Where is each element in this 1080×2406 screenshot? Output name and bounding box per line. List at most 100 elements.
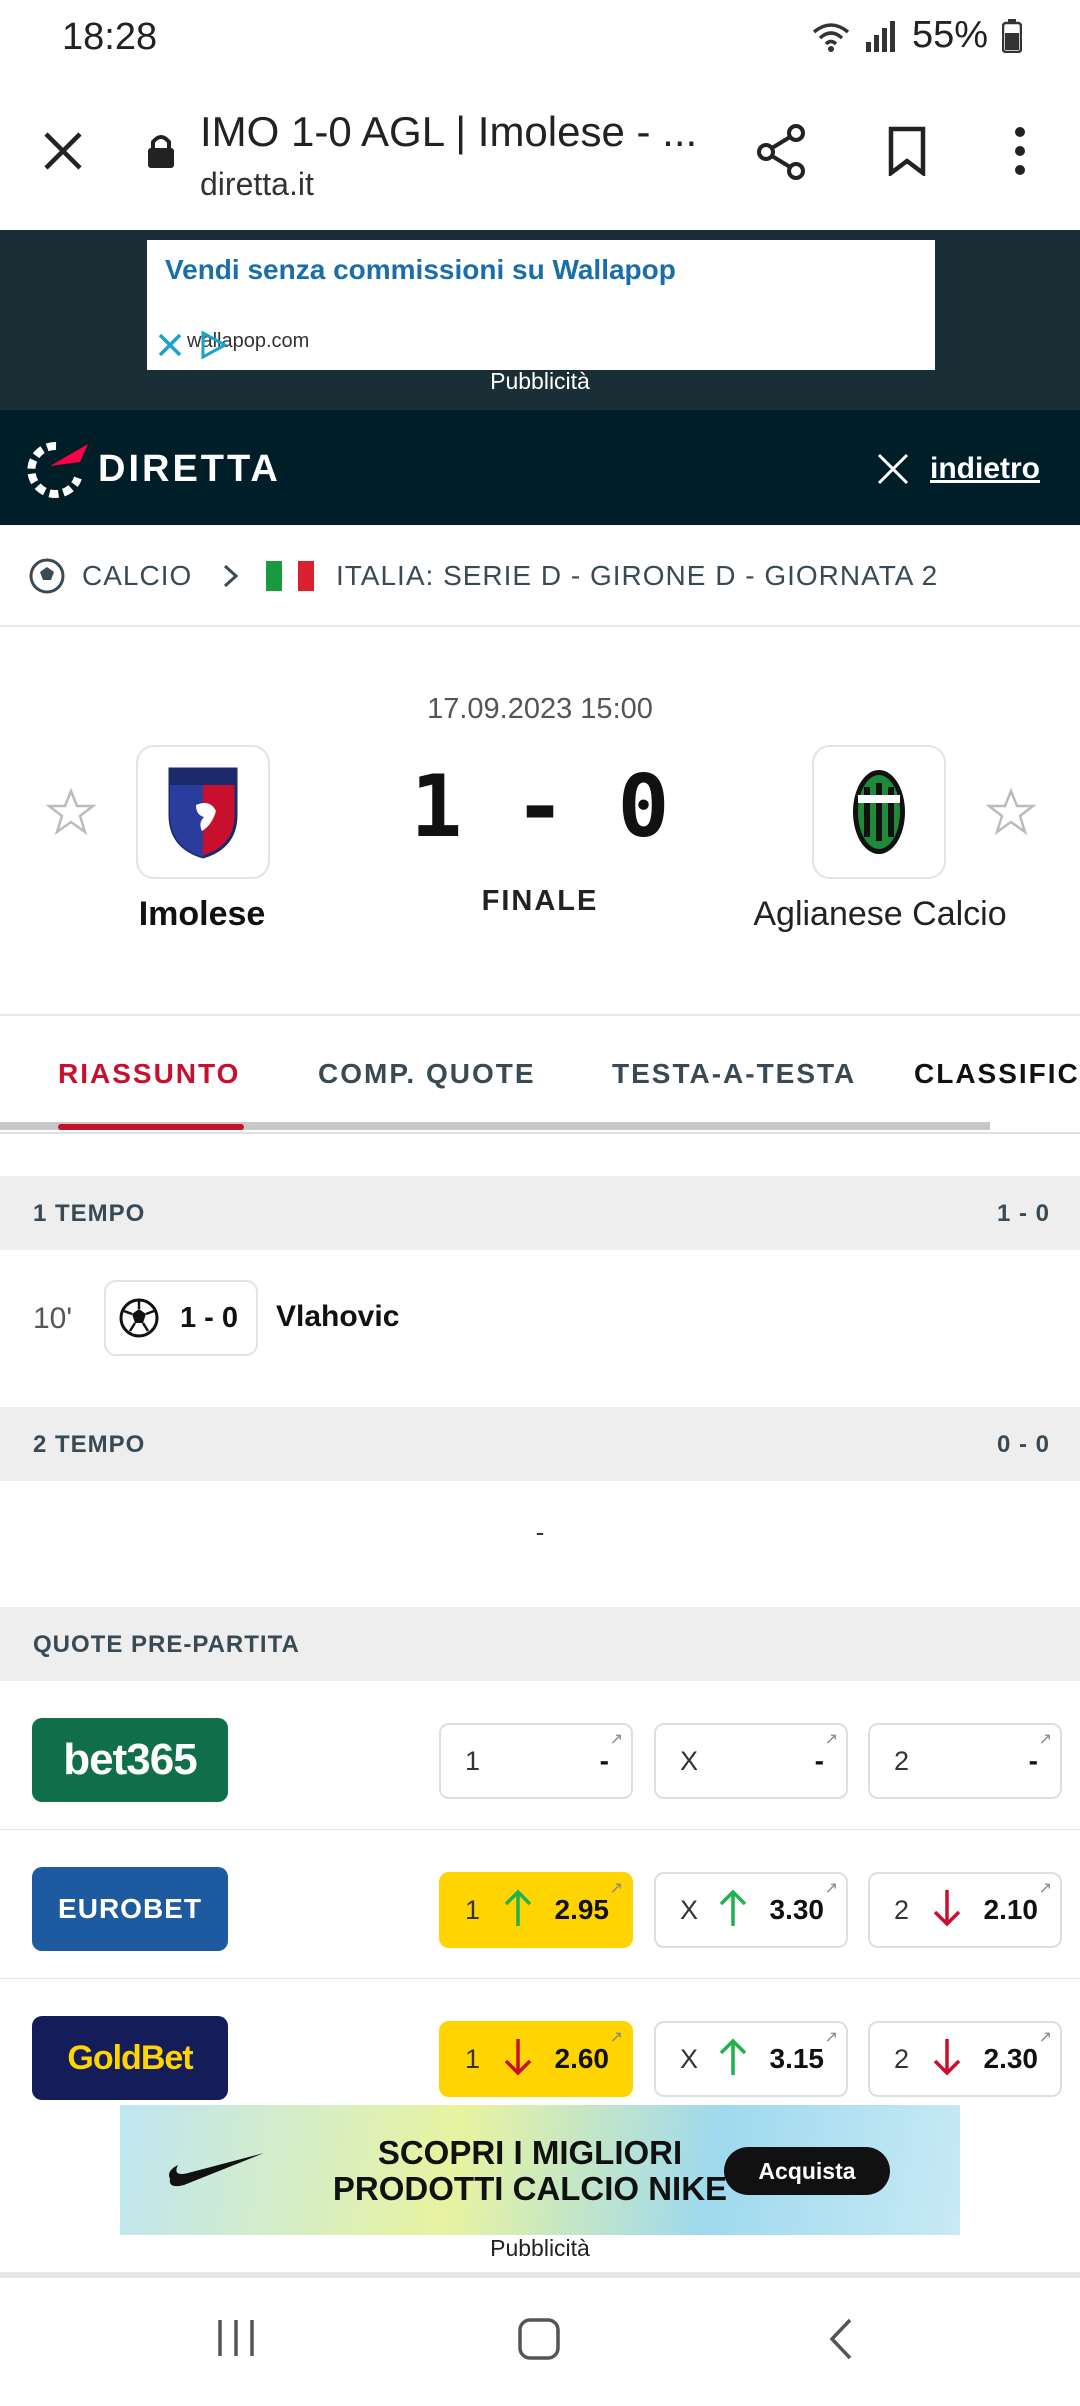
arrow-up-icon (719, 2038, 747, 2075)
ad-label: Pubblicità (490, 368, 590, 394)
tab-comp-quote[interactable]: COMP. QUOTE (318, 1058, 536, 1090)
odds-key: 1 (465, 1895, 481, 1925)
odds-value: - (599, 1745, 609, 1776)
odds-draw-button[interactable]: X 3.15 ↗ (654, 2021, 848, 2097)
status-bar: 18:28 55% (0, 0, 1080, 80)
breadcrumb: CALCIO ITALIA: SERIE D - GIRONE D - GIOR… (0, 525, 1080, 627)
recent-apps-icon[interactable] (214, 2316, 258, 2360)
match-score: 1 - 0 (410, 757, 670, 857)
event-score: 1 - 0 (180, 1302, 239, 1334)
soccer-ball-icon (29, 558, 65, 594)
odds-home-button[interactable]: 1 2.60 ↗ (439, 2021, 633, 2097)
odds-draw-button[interactable]: X 3.30 ↗ (654, 1872, 848, 1948)
odds-key: X (680, 2044, 699, 2074)
site-header: DIRETTA indietro (0, 410, 1080, 525)
external-link-icon: ↗ (1038, 2029, 1052, 2046)
back-icon[interactable] (826, 2316, 856, 2362)
close-icon[interactable] (876, 452, 910, 486)
breadcrumb-sport[interactable]: CALCIO (82, 560, 192, 592)
ad-text-line1: SCOPRI I MIGLIORI (377, 2134, 683, 2171)
brand-name[interactable]: DIRETTA (98, 448, 281, 491)
share-icon[interactable] (756, 124, 806, 180)
breadcrumb-competition[interactable]: ITALIA: SERIE D - GIRONE D - GIORNATA 2 (336, 560, 938, 592)
odds-away-button[interactable]: 2 2.10 ↗ (868, 1872, 1062, 1948)
odds-key: 1 (465, 2044, 481, 2074)
away-team-logo[interactable] (812, 745, 946, 879)
more-options-icon[interactable] (1008, 126, 1032, 176)
arrow-down-icon (933, 1890, 961, 1927)
close-icon[interactable] (42, 130, 84, 172)
arrow-up-icon (504, 1889, 532, 1926)
imolese-crest-icon (168, 767, 238, 859)
diretta-logo-icon[interactable] (24, 438, 94, 500)
back-link[interactable]: indietro (930, 452, 1040, 486)
top-ad-banner[interactable]: Vendi senza commissioni su Wallapop wall… (147, 240, 935, 370)
bookmark-icon[interactable] (888, 126, 926, 176)
match-header: 17.09.2023 15:00 Imolese 1 - 0 FINALE Ag… (0, 627, 1080, 1016)
ad-close-icon[interactable] (157, 332, 183, 358)
away-team-name[interactable]: Aglianese Calcio (730, 895, 1030, 934)
page-title[interactable]: IMO 1-0 AGL | Imolese - ... (200, 108, 720, 156)
bookmaker-name: EUROBET (58, 1893, 202, 1924)
odds-value: - (1028, 1745, 1038, 1776)
star-icon[interactable] (46, 787, 96, 837)
second-half-label: 2 TEMPO (33, 1431, 146, 1458)
top-ad-container: Vendi senza commissioni su Wallapop wall… (0, 230, 1080, 410)
home-team-name[interactable]: Imolese (52, 895, 352, 934)
browser-toolbar: IMO 1-0 AGL | Imolese - ... diretta.it (0, 80, 1080, 232)
odds-home-button[interactable]: 1 - ↗ (439, 1723, 633, 1799)
no-events-text: - (535, 1517, 545, 1547)
ad-cta-button[interactable]: Acquista (724, 2147, 890, 2195)
ad-headline[interactable]: Vendi senza commissioni su Wallapop (165, 254, 676, 286)
external-link-icon: ↗ (824, 1880, 838, 1897)
bookmaker-name: bet365 (63, 1735, 197, 1784)
event-player[interactable]: Vlahovic (276, 1300, 399, 1334)
star-icon[interactable] (986, 787, 1036, 837)
ad-text-line2: PRODOTTI CALCIO NIKE (332, 2170, 728, 2207)
second-half-header: 2 TEMPO 0 - 0 (0, 1407, 1080, 1481)
goal-event-row[interactable]: 10' 1 - 0 Vlahovic (0, 1250, 1080, 1406)
odds-home-button[interactable]: 1 2.95 ↗ (439, 1872, 633, 1948)
odds-value: 3.15 (769, 2043, 825, 2074)
status-icons: 55% (812, 14, 1022, 57)
nike-swoosh-icon (169, 2153, 264, 2187)
event-score-pill: 1 - 0 (104, 1280, 258, 1356)
odds-value: 2.60 (554, 2043, 610, 2074)
odds-away-button[interactable]: 2 - ↗ (868, 1723, 1062, 1799)
match-datetime: 17.09.2023 15:00 (427, 693, 653, 725)
home-icon[interactable] (516, 2316, 562, 2362)
odds-value: 2.95 (554, 1894, 610, 1925)
odds-key: 2 (894, 1895, 910, 1925)
active-tab-indicator (58, 1124, 244, 1130)
chevron-right-icon (223, 564, 239, 588)
odds-key: X (680, 1895, 699, 1925)
ad-label: Pubblicità (490, 2235, 590, 2261)
italy-flag-icon (266, 561, 314, 591)
home-team-logo[interactable] (136, 745, 270, 879)
external-link-icon: ↗ (824, 1731, 838, 1748)
match-tabs: RIASSUNTO COMP. QUOTE TESTA-A-TESTA CLAS… (0, 1016, 1080, 1134)
odds-away-button[interactable]: 2 2.30 ↗ (868, 2021, 1062, 2097)
bottom-ad-banner[interactable]: SCOPRI I MIGLIORI PRODOTTI CALCIO NIKE A… (120, 2105, 960, 2235)
signal-icon (865, 20, 895, 52)
page-url[interactable]: diretta.it (200, 166, 314, 203)
odds-label: QUOTE PRE-PARTITA (33, 1631, 300, 1658)
odds-value: 3.30 (769, 1894, 825, 1925)
bet365-logo[interactable]: bet365 (32, 1718, 228, 1802)
status-time: 18:28 (62, 16, 158, 58)
wifi-icon (812, 22, 850, 52)
arrow-up-icon (719, 1889, 747, 1926)
battery-percent: 55% (911, 14, 988, 56)
odds-header: QUOTE PRE-PARTITA (0, 1607, 1080, 1681)
tab-riassunto[interactable]: RIASSUNTO (58, 1058, 240, 1090)
ad-play-icon[interactable] (199, 330, 229, 360)
odds-draw-button[interactable]: X - ↗ (654, 1723, 848, 1799)
tab-classifica[interactable]: CLASSIFIC (914, 1058, 1080, 1090)
goldbet-logo[interactable]: GoldBet (32, 2016, 228, 2100)
goal-ball-icon (119, 1298, 159, 1338)
second-half-events: - (0, 1481, 1080, 1607)
first-half-score: 1 - 0 (996, 1200, 1050, 1227)
eurobet-logo[interactable]: EUROBET (32, 1867, 228, 1951)
tab-testa-a-testa[interactable]: TESTA-A-TESTA (612, 1058, 856, 1090)
odds-row-bet365: bet365 1 - ↗ X - ↗ 2 - ↗ (0, 1681, 1080, 1831)
